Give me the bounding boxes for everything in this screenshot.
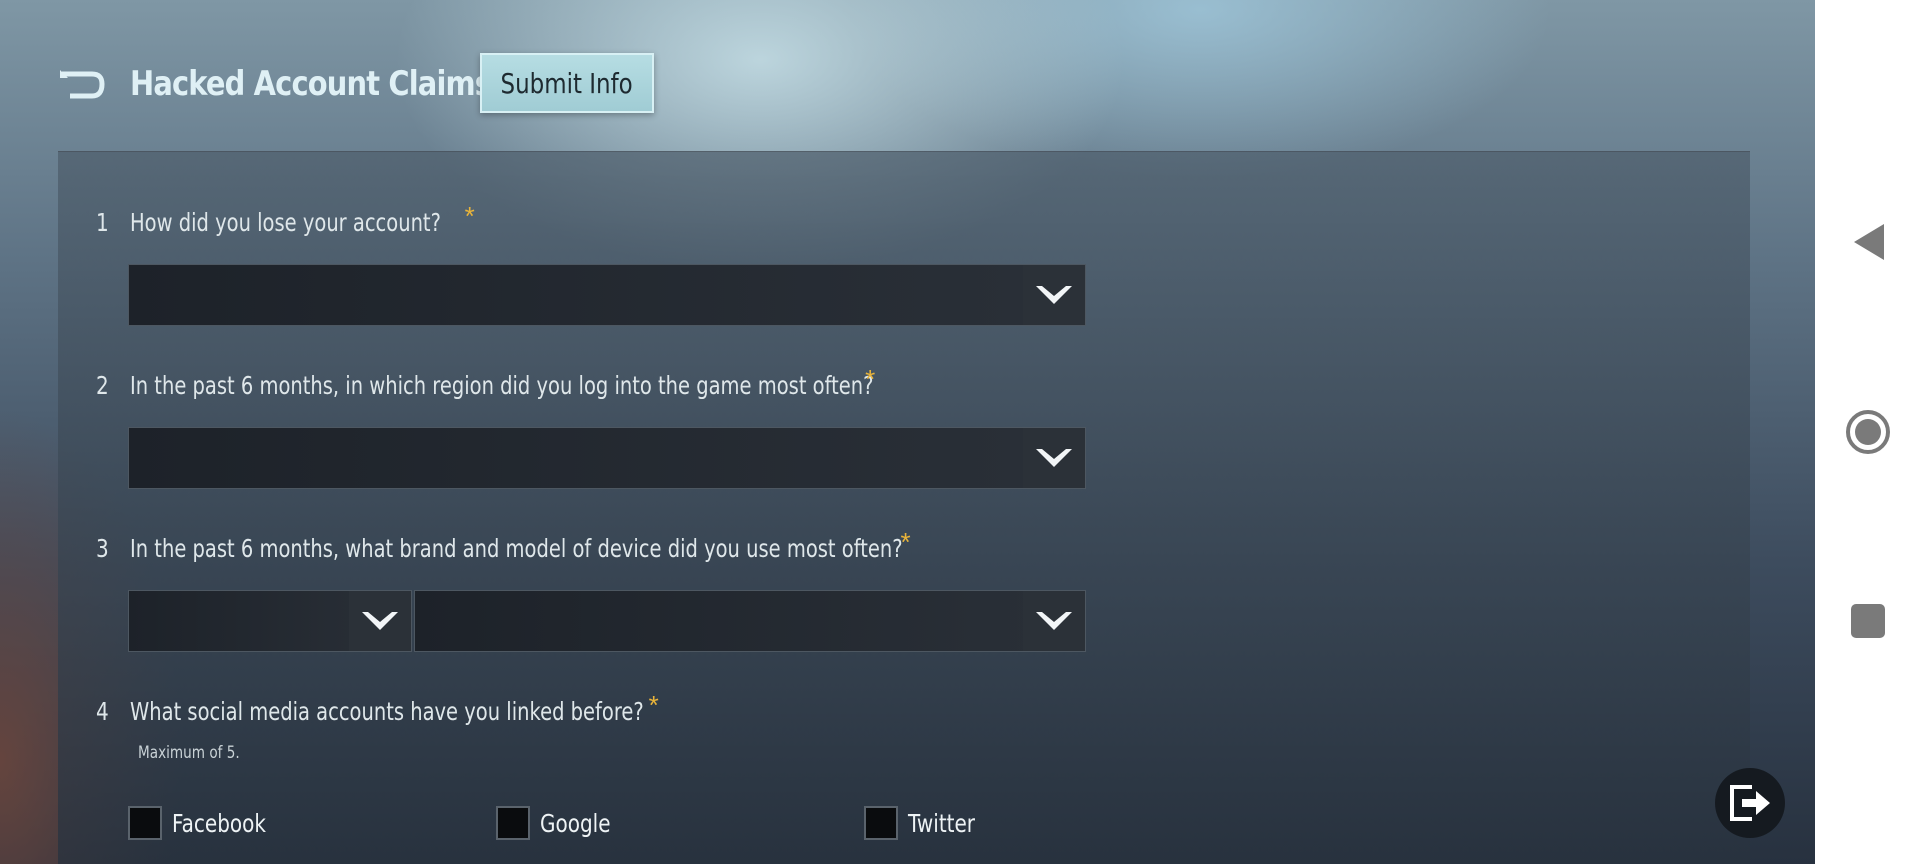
back-arrow-icon[interactable] bbox=[56, 64, 108, 104]
required-mark: * bbox=[648, 690, 659, 720]
required-mark: * bbox=[900, 527, 911, 557]
question-text: In the past 6 months, what brand and mod… bbox=[130, 534, 903, 563]
checkbox-google[interactable]: Google bbox=[496, 806, 628, 840]
dropdown-arrow bbox=[349, 591, 411, 651]
question-text: How did you lose your account? bbox=[130, 208, 441, 237]
question-text: In the past 6 months, in which region di… bbox=[130, 371, 874, 400]
chevron-down-icon bbox=[1036, 612, 1072, 630]
page-title: Hacked Account Claims bbox=[130, 64, 492, 104]
chevron-down-icon bbox=[362, 612, 398, 630]
checkbox-box[interactable] bbox=[128, 806, 162, 840]
question-number: 4 bbox=[96, 697, 109, 726]
nav-home-button[interactable] bbox=[1815, 408, 1920, 456]
chevron-down-icon bbox=[1036, 449, 1072, 467]
question-number: 3 bbox=[96, 534, 109, 563]
claim-form-panel: 1 How did you lose your account? * 2 In … bbox=[58, 151, 1750, 864]
checkbox-box[interactable] bbox=[496, 806, 530, 840]
checkbox-label: Google bbox=[540, 808, 611, 838]
question-1: 1 How did you lose your account? * bbox=[96, 201, 475, 238]
circle-home-icon bbox=[1845, 410, 1890, 454]
checkbox-label: Facebook bbox=[172, 808, 266, 838]
question-number: 1 bbox=[96, 208, 109, 237]
square-recents-icon bbox=[1850, 604, 1885, 638]
game-screen: Hacked Account Claims Submit Info 1 How … bbox=[0, 0, 1815, 864]
android-nav-bar bbox=[1815, 0, 1920, 864]
checkbox-box[interactable] bbox=[864, 806, 898, 840]
nav-back-button[interactable] bbox=[1815, 220, 1920, 264]
checkbox-label: Twitter bbox=[908, 808, 976, 838]
lose-account-dropdown[interactable] bbox=[128, 264, 1086, 326]
dropdown-arrow bbox=[1023, 265, 1085, 325]
max-selection-hint: Maximum of 5. bbox=[138, 743, 240, 763]
question-4: 4 What social media accounts have you li… bbox=[96, 690, 659, 727]
submit-info-button[interactable]: Submit Info bbox=[480, 53, 654, 113]
question-2: 2 In the past 6 months, in which region … bbox=[96, 364, 875, 401]
submit-info-label: Submit Info bbox=[500, 66, 634, 100]
question-text: What social media accounts have you link… bbox=[130, 697, 644, 726]
required-mark: * bbox=[865, 364, 876, 394]
region-dropdown[interactable] bbox=[128, 427, 1086, 489]
checkbox-facebook[interactable]: Facebook bbox=[128, 806, 289, 840]
device-model-dropdown[interactable] bbox=[414, 590, 1086, 652]
triangle-back-icon bbox=[1853, 224, 1884, 260]
required-mark: * bbox=[464, 201, 475, 231]
device-brand-dropdown[interactable] bbox=[128, 590, 412, 652]
checkbox-twitter[interactable]: Twitter bbox=[864, 806, 992, 840]
chevron-down-icon bbox=[1036, 286, 1072, 304]
question-number: 2 bbox=[96, 371, 109, 400]
exit-button[interactable] bbox=[1715, 768, 1785, 838]
dropdown-arrow bbox=[1023, 428, 1085, 488]
nav-recents-button[interactable] bbox=[1815, 603, 1920, 639]
exit-icon bbox=[1730, 785, 1770, 821]
dropdown-arrow bbox=[1023, 591, 1085, 651]
question-3: 3 In the past 6 months, what brand and m… bbox=[96, 527, 911, 564]
